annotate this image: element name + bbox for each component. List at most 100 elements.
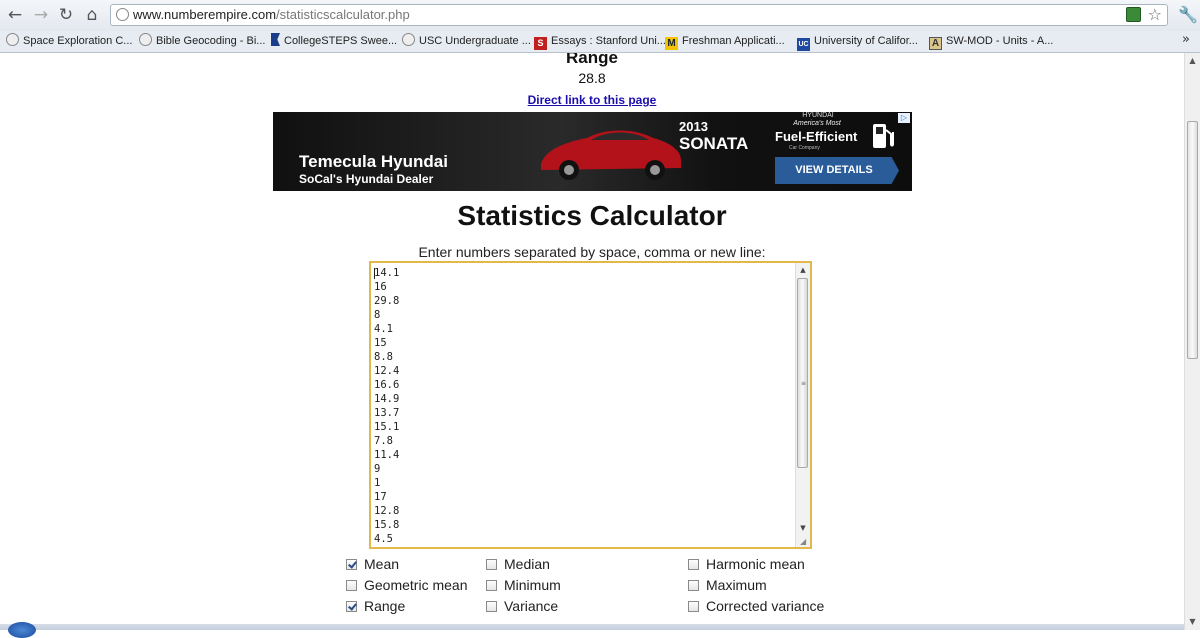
globe-icon (402, 33, 415, 46)
address-bar[interactable]: www.numberempire.com/statisticscalculato… (110, 4, 1168, 26)
option-label: Harmonic mean (706, 556, 805, 572)
url-host: www.numberempire.com (133, 7, 277, 22)
ad-dealer-subtitle: SoCal's Hyundai Dealer (299, 172, 434, 186)
ad-tagline-top: America's Most (793, 120, 841, 127)
bookmark-label: Essays : Stanford Uni... (551, 35, 666, 47)
bookmarks-overflow-icon[interactable]: » (1182, 32, 1190, 47)
option-label: Variance (504, 598, 559, 614)
ad-tagline-bottom: Car Company (789, 145, 820, 151)
start-button-icon[interactable] (8, 622, 36, 638)
ad-model: SONATA (679, 134, 749, 153)
result-value: 28.8 (578, 70, 606, 86)
textarea-scrollbar[interactable]: ▲ ≡ ▼ (795, 263, 810, 547)
number-line: 17 (374, 491, 387, 503)
page-scrollbar[interactable]: ▲ ▼ (1184, 53, 1200, 630)
scroll-up-arrow-icon[interactable]: ▲ (1187, 55, 1198, 67)
option-range[interactable]: Range (346, 598, 405, 616)
number-line: 14.1 (374, 267, 400, 279)
checkbox[interactable] (346, 580, 357, 591)
bookmark-item[interactable]: UC University of Califor... (797, 33, 918, 51)
ad-choices-icon[interactable]: ▷ (898, 113, 910, 123)
bookmark-item[interactable]: Space Exploration C... (6, 33, 132, 50)
option-label: Median (504, 556, 550, 572)
number-line: 7.8 (374, 435, 393, 447)
wrench-menu-icon[interactable]: 🔧 (1178, 5, 1198, 24)
flag-icon (271, 33, 280, 46)
option-geometric-mean[interactable]: Geometric mean (346, 577, 467, 595)
bookmark-item[interactable]: Bible Geocoding - Bi... (139, 33, 265, 50)
scroll-down-arrow-icon[interactable]: ▼ (1187, 616, 1198, 628)
bookmark-item[interactable]: USC Undergraduate ... (402, 33, 531, 50)
direct-link[interactable]: Direct link to this page (0, 93, 1184, 107)
home-icon[interactable]: ⌂ (82, 5, 102, 25)
bookmark-label: Space Exploration C... (23, 35, 133, 47)
number-line: 8.8 (374, 351, 393, 363)
checkbox[interactable] (486, 559, 497, 570)
ad-view-details-button[interactable]: VIEW DETAILS (775, 157, 899, 184)
page-content: Range 28.8 Direct link to this page Teme… (0, 53, 1184, 630)
option-label: Minimum (504, 577, 561, 593)
bookmark-star-icon[interactable]: ☆ (1148, 5, 1162, 24)
browser-toolbar: ← → ↻ ⌂ www.numberempire.com/statisticsc… (0, 0, 1200, 31)
numbers-textarea[interactable]: 14.1 16 29.8 8 4.1 15 8.8 12.4 16.6 14.9… (369, 261, 812, 549)
number-line: 9 (374, 463, 381, 475)
number-line: 16.6 (374, 379, 400, 391)
scroll-down-arrow-icon[interactable]: ▼ (798, 522, 808, 534)
checkbox[interactable] (688, 580, 699, 591)
bookmark-item[interactable]: S Essays : Stanford Uni... (534, 33, 666, 50)
checkbox[interactable] (486, 580, 497, 591)
back-arrow-icon[interactable]: ← (5, 5, 25, 25)
option-corrected-variance[interactable]: Corrected variance (688, 598, 824, 616)
numbers-list: 14.1 16 29.8 8 4.1 15 8.8 12.4 16.6 14.9… (374, 266, 399, 546)
number-line: 12.8 (374, 505, 400, 517)
forward-arrow-icon[interactable]: → (31, 5, 51, 25)
checkbox[interactable] (346, 601, 357, 612)
option-maximum[interactable]: Maximum (688, 577, 767, 595)
reload-icon[interactable]: ↻ (56, 5, 76, 25)
result-heading: Range (566, 53, 618, 67)
grip-icon: ≡ (800, 380, 807, 387)
number-line: 4.1 (374, 323, 393, 335)
number-line: 15 (374, 337, 387, 349)
option-harmonic-mean[interactable]: Harmonic mean (688, 556, 805, 574)
number-line: 4.5 (374, 533, 393, 545)
ad-year: 2013 (679, 119, 708, 134)
option-label: Maximum (706, 577, 767, 593)
textarea-scroll-thumb[interactable]: ≡ (797, 278, 808, 468)
scroll-up-arrow-icon[interactable]: ▲ (798, 264, 808, 276)
number-line: 15.8 (374, 519, 400, 531)
option-variance[interactable]: Variance (486, 598, 558, 616)
number-line: 15.1 (374, 421, 400, 433)
page-scroll-thumb[interactable] (1187, 121, 1198, 359)
checkbox[interactable] (346, 559, 357, 570)
number-line: 11.4 (374, 449, 400, 461)
bookmark-item[interactable]: M Freshman Applicati... (665, 33, 785, 50)
checkbox[interactable] (688, 601, 699, 612)
option-label: Corrected variance (706, 598, 825, 614)
bookmark-label: Bible Geocoding - Bi... (156, 35, 266, 47)
checkbox[interactable] (688, 559, 699, 570)
s-logo-icon: S (534, 37, 547, 50)
number-line: 14.9 (374, 393, 400, 405)
m-logo-icon: M (665, 37, 678, 50)
resize-handle-icon[interactable]: ◢ (800, 537, 810, 547)
option-minimum[interactable]: Minimum (486, 577, 561, 595)
option-mean[interactable]: Mean (346, 556, 399, 574)
bookmark-label: USC Undergraduate ... (419, 35, 531, 47)
number-line: 16 (374, 281, 387, 293)
option-label: Geometric mean (364, 577, 468, 593)
bookmark-label: SW-MOD - Units - A... (946, 35, 1054, 47)
url-text: www.numberempire.com/statisticscalculato… (133, 7, 410, 22)
checkbox[interactable] (486, 601, 497, 612)
extension-icon[interactable] (1126, 7, 1141, 22)
advertisement-banner[interactable]: Temecula Hyundai SoCal's Hyundai Dealer … (273, 112, 912, 191)
car-image (541, 130, 681, 180)
taskbar (0, 624, 1184, 630)
number-line: 8 (374, 309, 381, 321)
ad-brand: HYUNDAI (802, 112, 834, 119)
bookmark-item[interactable]: CollegeSTEPS Swee... (271, 33, 397, 50)
bookmark-label: University of Califor... (814, 35, 918, 47)
bookmark-item[interactable]: A SW-MOD - Units - A... (929, 33, 1053, 50)
option-median[interactable]: Median (486, 556, 550, 574)
url-path: /statisticscalculator.php (276, 7, 410, 22)
